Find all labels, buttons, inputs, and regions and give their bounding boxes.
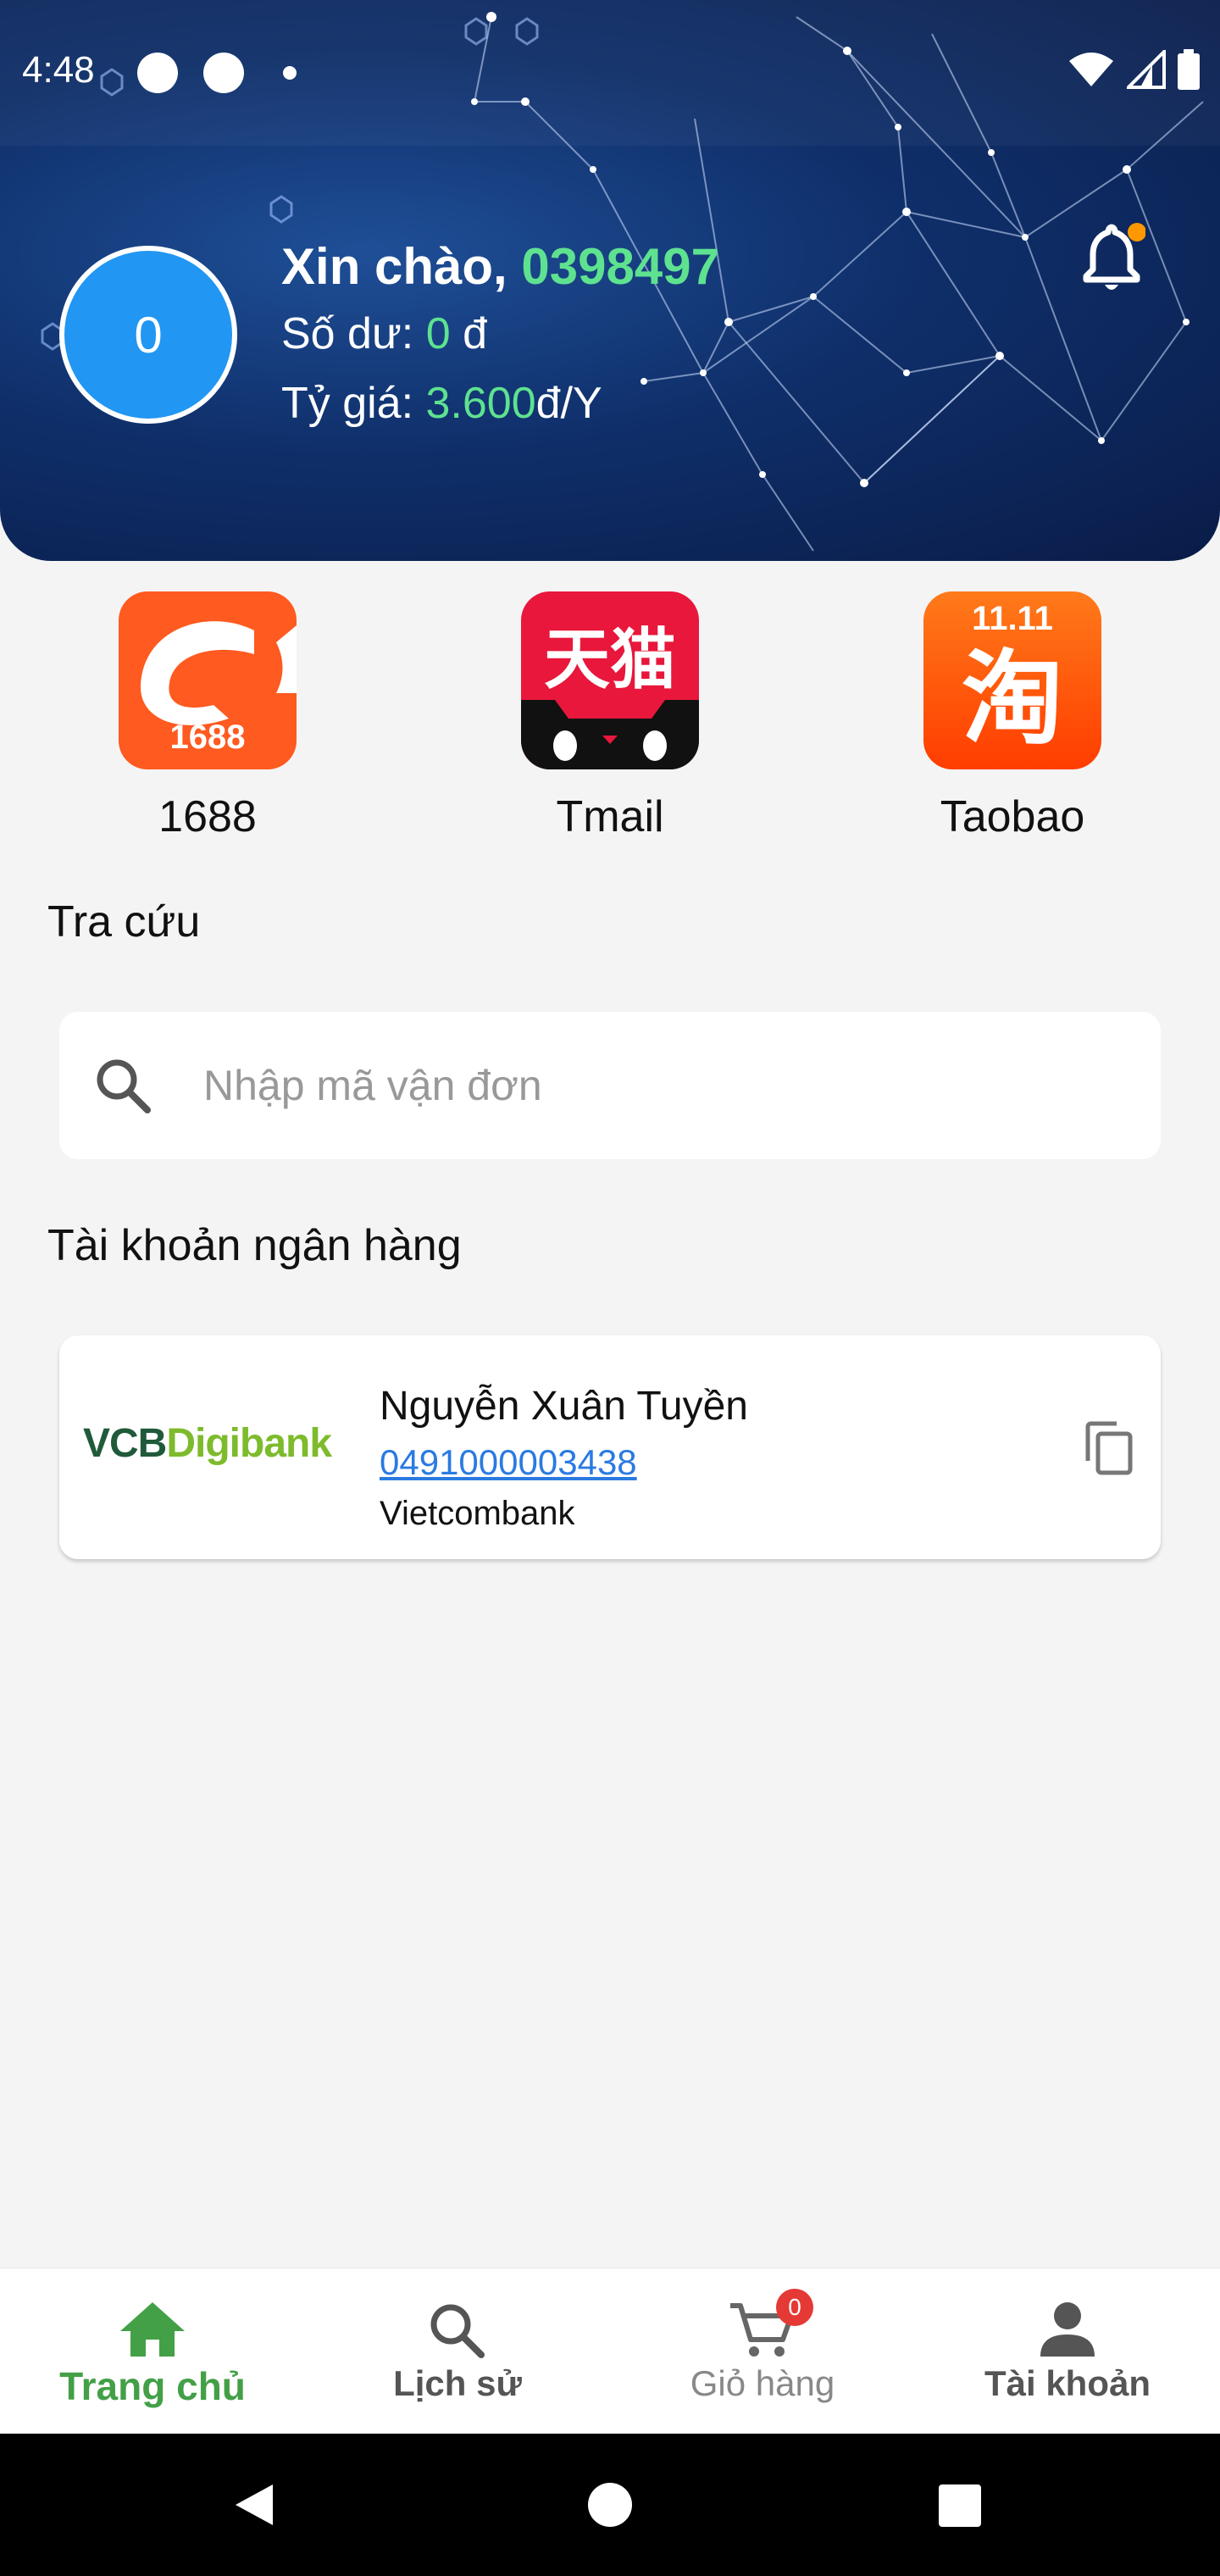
- account-number-link[interactable]: 0491000003438: [380, 1442, 637, 1483]
- tmall-cat-graphic: [521, 700, 699, 769]
- nav-label: Trang chủ: [59, 2364, 246, 2408]
- shop-1688[interactable]: 1688 1688: [119, 591, 297, 841]
- rate-value: 3.600: [425, 379, 536, 428]
- balance-value: 0: [425, 309, 451, 358]
- system-nav-bar: [0, 2434, 1220, 2576]
- taobao-logo-text: 淘: [962, 642, 1063, 756]
- nav-history[interactable]: Lịch sử: [305, 2268, 610, 2434]
- bottom-nav: Trang chủ Lịch sử 0 Giỏ hàng Tài khoản: [0, 2268, 1220, 2434]
- shop-label: Tmail: [556, 792, 664, 841]
- nav-cart[interactable]: 0 Giỏ hàng: [610, 2268, 915, 2434]
- balance-unit: đ: [463, 309, 487, 358]
- vcb-digibank-logo: VCBDigibank: [83, 1420, 332, 1467]
- notification-dot-icon: [137, 53, 178, 93]
- bell-icon[interactable]: [1078, 220, 1145, 297]
- recents-icon[interactable]: [937, 2483, 983, 2529]
- battery-icon: [1178, 49, 1200, 90]
- nav-account[interactable]: Tài khoản: [915, 2268, 1220, 2434]
- tracking-number-input[interactable]: [203, 1061, 1093, 1110]
- balance-row: Số dư: 0 đ: [281, 308, 487, 359]
- shop-tmall[interactable]: 天猫 Tmail: [521, 591, 699, 841]
- nav-home[interactable]: Trang chủ: [0, 2268, 305, 2434]
- search-icon: [97, 1059, 151, 1113]
- status-indicators: [1068, 49, 1200, 90]
- balance-label: Số dư:: [281, 309, 414, 358]
- bank-account-card: VCBDigibank Nguyễn Xuân Tuyền 0491000003…: [59, 1335, 1161, 1559]
- copy-icon[interactable]: [1083, 1420, 1135, 1476]
- person-icon: [1040, 2302, 1095, 2357]
- shop-taobao[interactable]: 11.11 淘 Taobao: [923, 591, 1101, 841]
- taobao-logo-icon: 11.11 淘: [923, 591, 1101, 769]
- nav-label: Tài khoản: [984, 2363, 1151, 2403]
- more-notifications-icon: [283, 66, 297, 80]
- notification-dot-icon: [203, 53, 244, 93]
- home-icon: [120, 2302, 185, 2357]
- back-icon[interactable]: [229, 2479, 280, 2530]
- search-icon: [430, 2304, 485, 2358]
- nav-label: Lịch sử: [393, 2363, 522, 2403]
- 1688-logo-text: 1688: [169, 719, 246, 756]
- 1688-logo-icon: 1688: [119, 591, 297, 769]
- greeting: Xin chào, 0398497: [281, 237, 719, 296]
- rate-unit: đ/Y: [535, 379, 602, 428]
- shop-label: 1688: [158, 792, 257, 841]
- cart-count-badge: 0: [776, 2289, 813, 2326]
- lookup-title: Tra cứu: [47, 897, 201, 947]
- header-banner: 4:48 0 Xin chào, 0398497 Số dư: 0 đ Tỷ g…: [0, 0, 1220, 561]
- user-phone: 0398497: [521, 238, 719, 295]
- taobao-badge-text: 11.11: [972, 600, 1053, 637]
- status-time: 4:48: [22, 49, 95, 91]
- signal-icon: [1127, 50, 1166, 89]
- account-holder: Nguyễn Xuân Tuyền: [380, 1384, 748, 1429]
- nav-label: Giỏ hàng: [690, 2363, 835, 2403]
- logo-vcb-text: VCB: [83, 1421, 167, 1466]
- bank-name: Vietcombank: [380, 1495, 575, 1532]
- exchange-rate-row: Tỷ giá: 3.600đ/Y: [281, 378, 602, 429]
- status-bar: 4:48: [0, 0, 1220, 146]
- rate-label: Tỷ giá:: [281, 379, 414, 428]
- tmall-logo-icon: 天猫: [521, 591, 699, 769]
- shop-label: Taobao: [940, 792, 1085, 841]
- wifi-icon: [1069, 53, 1113, 86]
- bank-section-title: Tài khoản ngân hàng: [47, 1221, 462, 1270]
- bell-badge: [1128, 223, 1145, 242]
- avatar[interactable]: 0: [59, 246, 237, 424]
- home-circle-icon[interactable]: [586, 2481, 634, 2529]
- tracking-search-box[interactable]: [59, 1012, 1161, 1159]
- greeting-prefix: Xin chào,: [281, 238, 507, 295]
- logo-digibank-text: Digibank: [166, 1421, 332, 1466]
